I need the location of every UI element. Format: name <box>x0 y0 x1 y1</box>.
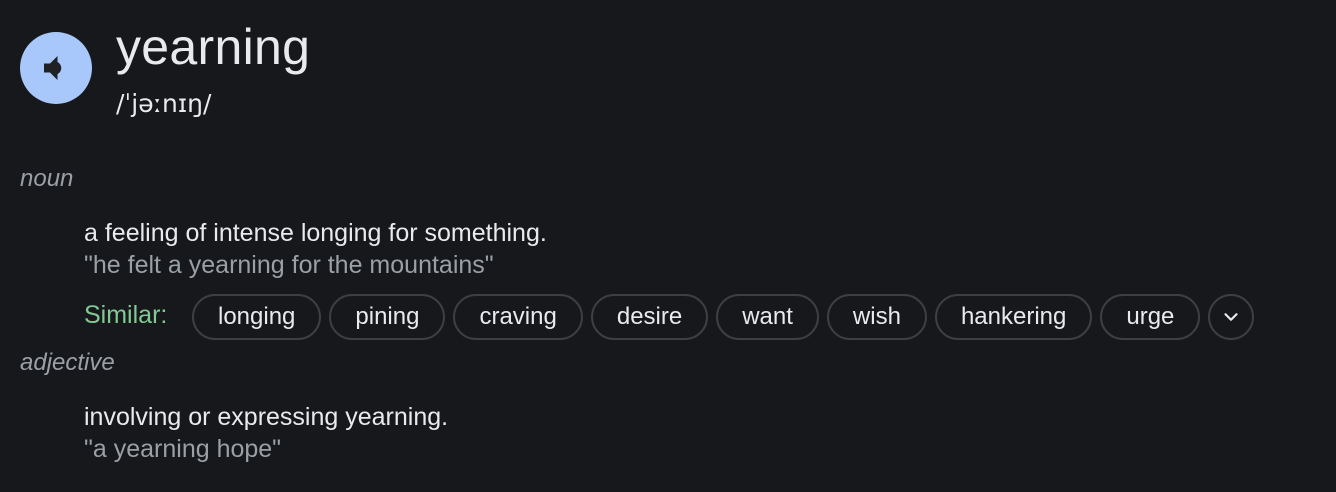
similar-chip[interactable]: urge <box>1100 294 1201 340</box>
definition-adjective: involving or expressing yearning. <box>84 403 449 431</box>
similar-chip[interactable]: craving <box>453 294 583 340</box>
phonetic-spelling: /ˈjəːnɪŋ/ <box>116 89 212 118</box>
similar-chip[interactable]: hankering <box>934 294 1093 340</box>
part-of-speech-adjective: adjective <box>20 349 115 376</box>
similar-chip[interactable]: longing <box>192 294 322 340</box>
dictionary-card: yearning /ˈjəːnɪŋ/ noun a feeling of int… <box>0 0 1336 492</box>
headword: yearning <box>116 19 311 75</box>
example-adjective: "a yearning hope" <box>84 435 282 463</box>
definition-noun: a feeling of intense longing for somethi… <box>84 219 547 247</box>
similar-label: Similar: <box>84 301 168 329</box>
similar-chip[interactable]: wish <box>826 294 927 340</box>
part-of-speech-noun: noun <box>20 165 74 192</box>
similar-chip[interactable]: pining <box>329 294 446 340</box>
expand-similar-button[interactable] <box>1208 294 1255 340</box>
chevron-down-icon <box>1224 313 1239 321</box>
similar-chip[interactable]: desire <box>590 294 709 340</box>
similar-words-list: longing pining craving desire want wish … <box>192 294 1255 340</box>
similar-chip[interactable]: want <box>716 294 819 340</box>
pronounce-button[interactable] <box>20 32 92 104</box>
example-noun: "he felt a yearning for the mountains" <box>84 251 494 279</box>
speaker-volume-icon <box>44 56 62 80</box>
